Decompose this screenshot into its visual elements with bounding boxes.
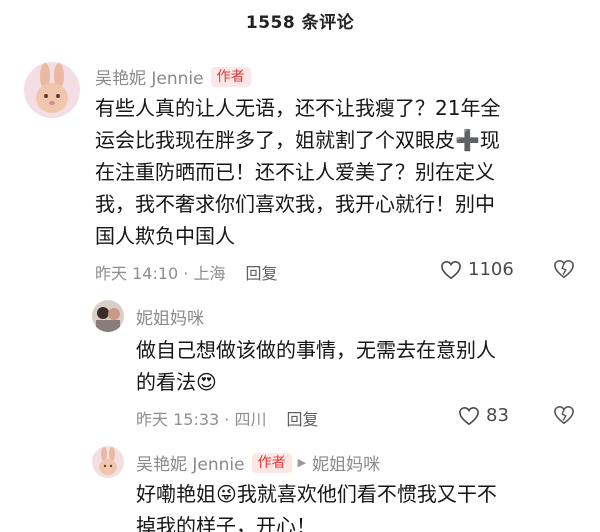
play-triangle-icon: ▶ [297, 456, 307, 469]
like-button[interactable]: 1106 [440, 259, 514, 280]
author-name[interactable]: 吴艳妮 Jennie [95, 64, 204, 89]
comment-line: 掉我的样子，开心！ [136, 514, 316, 532]
comment-count-title: 1558 条评论 [245, 12, 355, 33]
comment-author-row: 吴艳妮 Jennie 作者 [95, 64, 251, 89]
broken-heart-icon [554, 259, 574, 279]
author-badge: 作者 [210, 66, 251, 87]
bunny-avatar-icon [24, 62, 80, 118]
comment-line: 有些人真的让人无语，还不让我瘦了？21年全 [95, 96, 501, 120]
comment-author-row: 吴艳妮 Jennie 作者 ▶ 妮姐妈咪 [136, 450, 380, 475]
broken-heart-icon [554, 405, 574, 425]
heart-outline-icon [459, 406, 479, 425]
user-photo-icon [92, 300, 124, 332]
comment-line: 在注重防晒而已！还不让人爱美了？别在定义 [95, 160, 495, 184]
dislike-button[interactable] [553, 405, 575, 429]
heart-outline-icon [441, 260, 461, 279]
bunny-avatar-icon [92, 446, 124, 478]
comment-meta: 昨天 15:33 · 四川 回复 [136, 406, 318, 430]
like-button[interactable]: 83 [458, 405, 509, 426]
author-name[interactable]: 妮姐妈咪 [136, 304, 204, 329]
like-count: 1106 [468, 259, 514, 280]
comment-line: 的看法😍 [136, 370, 217, 394]
comment-time-location: 昨天 14:10 · 上海 [95, 264, 226, 283]
like-count: 83 [486, 405, 509, 426]
comment-line: 我，我不奢求你们喜欢我，我开心就行！别中 [95, 192, 495, 216]
comments-header: 1558 条评论 [0, 0, 600, 40]
comment-line: 做自己想做该做的事情，无需去在意别人 [136, 338, 496, 362]
author-badge: 作者 [251, 452, 292, 473]
comment-text: 有些人真的让人无语，还不让我瘦了？21年全 运会比我现在胖多了，姐就割了个双眼皮… [95, 92, 500, 252]
comment-text: 做自己想做该做的事情，无需去在意别人 的看法😍 [136, 334, 496, 398]
author-name[interactable]: 吴艳妮 Jennie [136, 450, 245, 475]
reply-target-name[interactable]: 妮姐妈咪 [312, 450, 380, 475]
user-avatar[interactable] [92, 300, 124, 332]
dislike-button[interactable] [553, 259, 575, 283]
comment-meta: 昨天 14:10 · 上海 回复 [95, 260, 277, 284]
comment-author-row: 妮姐妈咪 [136, 304, 204, 329]
comment-line: 好嘞艳姐😜我就喜欢他们看不惯我又干不 [136, 482, 497, 506]
comment-line: 运会比我现在胖多了，姐就割了个双眼皮➕现 [95, 128, 500, 152]
reply-button[interactable]: 回复 [286, 406, 318, 430]
reply-button[interactable]: 回复 [245, 260, 277, 284]
comment-time-location: 昨天 15:33 · 四川 [136, 410, 267, 429]
comment-text: 好嘞艳姐😜我就喜欢他们看不惯我又干不 掉我的样子，开心！ [136, 478, 497, 532]
author-avatar[interactable] [24, 62, 80, 118]
author-avatar[interactable] [92, 446, 124, 478]
comment-line: 国人欺负中国人 [95, 224, 235, 248]
